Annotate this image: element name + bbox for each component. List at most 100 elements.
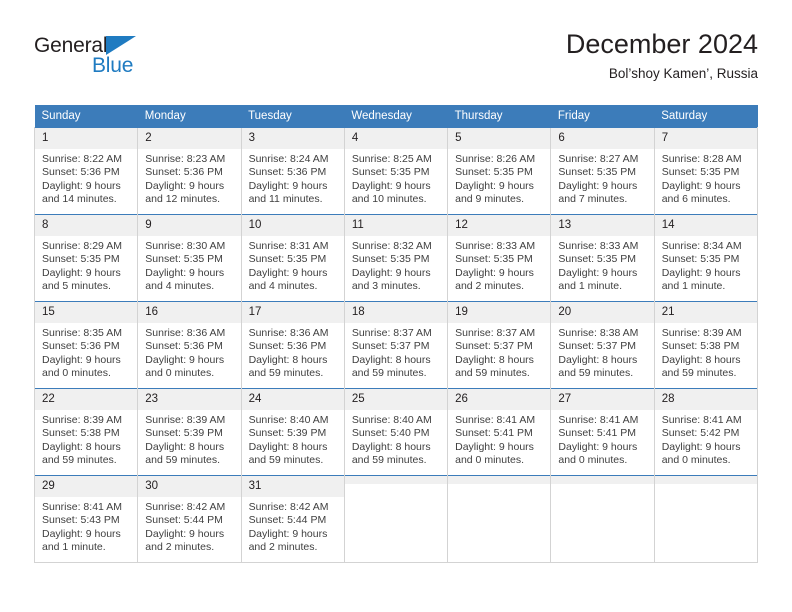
daylight-duration-line2: and 0 minutes. bbox=[42, 367, 111, 380]
calendar-day-cell[interactable]: 7 Sunrise: 8:28 AM Sunset: 5:35 PM Daylight… bbox=[653, 127, 759, 215]
day-details: Sunrise: 8:39 AM Sunset: 5:38 PM Daylight:… bbox=[655, 323, 757, 381]
daylight-duration-line1: Daylight: 9 hours bbox=[661, 266, 741, 279]
calendar-cell-inner: 7 Sunrise: 8:28 AM Sunset: 5:35 PM Daylight… bbox=[654, 128, 757, 214]
daylight-duration-line1: Daylight: 9 hours bbox=[455, 266, 534, 279]
daylight-duration-line2: and 2 minutes. bbox=[248, 541, 318, 554]
calendar-day-cell[interactable]: 6 Sunrise: 8:27 AM Sunset: 5:35 PM Daylight… bbox=[550, 127, 655, 215]
day-details: Sunrise: 8:27 AM Sunset: 5:35 PM Daylight:… bbox=[551, 149, 653, 207]
day-details: Sunrise: 8:37 AM Sunset: 5:37 PM Daylight:… bbox=[448, 323, 550, 381]
calendar-day-cell[interactable]: 26 Sunrise: 8:41 AM Sunset: 5:41 PM Dayligh… bbox=[447, 388, 551, 476]
sunrise-time: Sunrise: 8:42 AM bbox=[145, 501, 226, 513]
calendar-cell-inner: 12 Sunrise: 8:33 AM Sunset: 5:35 PM Dayligh… bbox=[448, 215, 551, 301]
daylight-duration-line2: and 59 minutes. bbox=[351, 454, 427, 467]
daylight-duration-line2: and 0 minutes. bbox=[661, 454, 731, 467]
calendar-day-cell[interactable]: 27 Sunrise: 8:41 AM Sunset: 5:41 PM Dayligh… bbox=[550, 388, 655, 476]
calendar-cell-inner: 26 Sunrise: 8:41 AM Sunset: 5:41 PM Dayligh… bbox=[448, 389, 551, 475]
day-details: Sunrise: 8:24 AM Sunset: 5:36 PM Daylight:… bbox=[242, 149, 344, 207]
calendar-day-cell[interactable]: 31 Sunrise: 8:42 AM Sunset: 5:44 PM Dayligh… bbox=[240, 475, 345, 563]
calendar-day-cell[interactable]: 14 Sunrise: 8:34 AM Sunset: 5:35 PM Dayligh… bbox=[653, 214, 759, 302]
calendar-day-cell[interactable]: 11 Sunrise: 8:32 AM Sunset: 5:35 PM Dayligh… bbox=[343, 214, 448, 302]
calendar-page: General Blue December 2024 Bol’shoy Kame… bbox=[0, 0, 792, 612]
calendar-day-cell[interactable]: 22 Sunrise: 8:39 AM Sunset: 5:38 PM Dayligh… bbox=[33, 388, 138, 476]
calendar-day-cell[interactable]: 19 Sunrise: 8:37 AM Sunset: 5:37 PM Dayligh… bbox=[447, 301, 551, 389]
calendar-cell-inner: 15 Sunrise: 8:35 AM Sunset: 5:36 PM Dayligh… bbox=[35, 302, 138, 388]
calendar-cell-empty bbox=[550, 475, 655, 563]
sunset-time: Sunset: 5:35 PM bbox=[558, 253, 637, 266]
day-details: Sunrise: 8:34 AM Sunset: 5:35 PM Daylight:… bbox=[655, 236, 757, 294]
sunrise-time: Sunrise: 8:37 AM bbox=[351, 327, 432, 339]
day-details: Sunrise: 8:41 AM Sunset: 5:41 PM Daylight:… bbox=[551, 410, 653, 468]
calendar-day-cell[interactable]: 4 Sunrise: 8:25 AM Sunset: 5:35 PM Daylight… bbox=[343, 127, 448, 215]
day-number: 27 bbox=[551, 389, 654, 410]
calendar-cell-inner bbox=[344, 476, 448, 562]
daylight-duration-line1: Daylight: 9 hours bbox=[248, 179, 328, 192]
daylight-duration-line1: Daylight: 8 hours bbox=[42, 440, 121, 453]
sunrise-time: Sunrise: 8:28 AM bbox=[661, 153, 742, 165]
calendar-cell-inner: 29 Sunrise: 8:41 AM Sunset: 5:43 PM Dayligh… bbox=[35, 476, 138, 562]
day-number: 22 bbox=[35, 389, 138, 410]
calendar-day-cell[interactable]: 20 Sunrise: 8:38 AM Sunset: 5:37 PM Dayligh… bbox=[550, 301, 655, 389]
weekday-header-wednesday: Wednesday bbox=[344, 105, 448, 128]
sunset-time: Sunset: 5:44 PM bbox=[248, 514, 327, 527]
day-details: Sunrise: 8:41 AM Sunset: 5:41 PM Daylight:… bbox=[448, 410, 550, 468]
sunset-time: Sunset: 5:39 PM bbox=[248, 427, 327, 440]
calendar-cell-inner: 18 Sunrise: 8:37 AM Sunset: 5:37 PM Dayligh… bbox=[344, 302, 448, 388]
daylight-duration-line1: Daylight: 8 hours bbox=[248, 353, 328, 366]
calendar-day-cell[interactable]: 10 Sunrise: 8:31 AM Sunset: 5:35 PM Dayligh… bbox=[240, 214, 345, 302]
sunset-time: Sunset: 5:37 PM bbox=[558, 340, 637, 353]
day-details: Sunrise: 8:29 AM Sunset: 5:35 PM Daylight:… bbox=[35, 236, 137, 294]
daylight-duration-line1: Daylight: 9 hours bbox=[248, 527, 328, 540]
day-details: Sunrise: 8:42 AM Sunset: 5:44 PM Daylight:… bbox=[242, 497, 344, 555]
calendar-cell-inner: 9 Sunrise: 8:30 AM Sunset: 5:35 PM Daylight… bbox=[138, 215, 241, 301]
daylight-duration-line1: Daylight: 8 hours bbox=[351, 440, 431, 453]
day-details: Sunrise: 8:41 AM Sunset: 5:42 PM Daylight:… bbox=[655, 410, 757, 468]
daylight-duration-line2: and 12 minutes. bbox=[145, 193, 220, 206]
daylight-duration-line1: Daylight: 9 hours bbox=[558, 179, 638, 192]
daylight-duration-line2: and 6 minutes. bbox=[661, 193, 731, 206]
sunset-time: Sunset: 5:43 PM bbox=[42, 514, 120, 527]
sunrise-time: Sunrise: 8:34 AM bbox=[661, 240, 742, 252]
calendar-cell-inner: 22 Sunrise: 8:39 AM Sunset: 5:38 PM Dayligh… bbox=[35, 389, 138, 475]
sunset-time: Sunset: 5:35 PM bbox=[248, 253, 327, 266]
calendar-day-cell[interactable]: 24 Sunrise: 8:40 AM Sunset: 5:39 PM Dayligh… bbox=[240, 388, 345, 476]
calendar-day-cell[interactable]: 13 Sunrise: 8:33 AM Sunset: 5:35 PM Dayligh… bbox=[550, 214, 655, 302]
daylight-duration-line2: and 4 minutes. bbox=[145, 280, 215, 293]
calendar-day-cell[interactable]: 8 Sunrise: 8:29 AM Sunset: 5:35 PM Daylight… bbox=[33, 214, 138, 302]
calendar-cell-inner: 4 Sunrise: 8:25 AM Sunset: 5:35 PM Daylight… bbox=[344, 128, 448, 214]
sunrise-time: Sunrise: 8:36 AM bbox=[248, 327, 329, 339]
calendar-day-cell[interactable]: 2 Sunrise: 8:23 AM Sunset: 5:36 PM Daylight… bbox=[137, 127, 242, 215]
day-details: Sunrise: 8:38 AM Sunset: 5:37 PM Daylight:… bbox=[551, 323, 653, 381]
daylight-duration-line2: and 0 minutes. bbox=[455, 454, 525, 467]
day-number: 28 bbox=[654, 389, 757, 410]
sunrise-time: Sunrise: 8:41 AM bbox=[558, 414, 639, 426]
calendar-day-cell[interactable]: 1 Sunrise: 8:22 AM Sunset: 5:36 PM Daylight… bbox=[33, 127, 138, 215]
calendar-day-cell[interactable]: 21 Sunrise: 8:39 AM Sunset: 5:38 PM Dayligh… bbox=[653, 301, 759, 389]
calendar-cell-inner: 31 Sunrise: 8:42 AM Sunset: 5:44 PM Dayligh… bbox=[241, 476, 344, 562]
calendar-day-cell[interactable]: 25 Sunrise: 8:40 AM Sunset: 5:40 PM Dayligh… bbox=[343, 388, 448, 476]
calendar-cell-inner: 27 Sunrise: 8:41 AM Sunset: 5:41 PM Dayligh… bbox=[551, 389, 654, 475]
calendar-day-cell[interactable]: 17 Sunrise: 8:36 AM Sunset: 5:36 PM Dayligh… bbox=[240, 301, 345, 389]
day-number: 1 bbox=[35, 128, 138, 149]
daylight-duration-line1: Daylight: 9 hours bbox=[145, 353, 225, 366]
calendar-day-cell[interactable]: 16 Sunrise: 8:36 AM Sunset: 5:36 PM Dayligh… bbox=[137, 301, 242, 389]
calendar-day-cell[interactable]: 30 Sunrise: 8:42 AM Sunset: 5:44 PM Dayligh… bbox=[137, 475, 242, 563]
sunrise-time: Sunrise: 8:24 AM bbox=[248, 153, 329, 165]
weekday-header-thursday: Thursday bbox=[447, 105, 551, 128]
calendar-day-cell[interactable]: 23 Sunrise: 8:39 AM Sunset: 5:39 PM Dayligh… bbox=[137, 388, 242, 476]
calendar-day-cell[interactable]: 29 Sunrise: 8:41 AM Sunset: 5:43 PM Dayligh… bbox=[33, 475, 138, 563]
triangle-logo-mark-icon bbox=[106, 36, 136, 55]
calendar-day-cell[interactable]: 18 Sunrise: 8:37 AM Sunset: 5:37 PM Dayligh… bbox=[343, 301, 448, 389]
calendar-cell-inner: 5 Sunrise: 8:26 AM Sunset: 5:35 PM Daylight… bbox=[448, 128, 551, 214]
generalblue-logo[interactable]: General Blue bbox=[34, 34, 214, 86]
calendar-day-cell[interactable]: 15 Sunrise: 8:35 AM Sunset: 5:36 PM Dayligh… bbox=[33, 301, 138, 389]
calendar-day-cell[interactable]: 28 Sunrise: 8:41 AM Sunset: 5:42 PM Dayligh… bbox=[653, 388, 759, 476]
calendar-cell-inner: 17 Sunrise: 8:36 AM Sunset: 5:36 PM Dayligh… bbox=[241, 302, 344, 388]
daylight-duration-line2: and 1 minute. bbox=[558, 280, 623, 293]
calendar-day-cell[interactable]: 12 Sunrise: 8:33 AM Sunset: 5:35 PM Dayligh… bbox=[447, 214, 551, 302]
sunset-time: Sunset: 5:37 PM bbox=[351, 340, 430, 353]
daylight-duration-line1: Daylight: 9 hours bbox=[455, 179, 534, 192]
calendar-day-cell[interactable]: 9 Sunrise: 8:30 AM Sunset: 5:35 PM Daylight… bbox=[137, 214, 242, 302]
calendar-day-cell[interactable]: 3 Sunrise: 8:24 AM Sunset: 5:36 PM Daylight… bbox=[240, 127, 345, 215]
calendar-day-cell[interactable]: 5 Sunrise: 8:26 AM Sunset: 5:35 PM Daylight… bbox=[447, 127, 551, 215]
day-number: 25 bbox=[344, 389, 448, 410]
